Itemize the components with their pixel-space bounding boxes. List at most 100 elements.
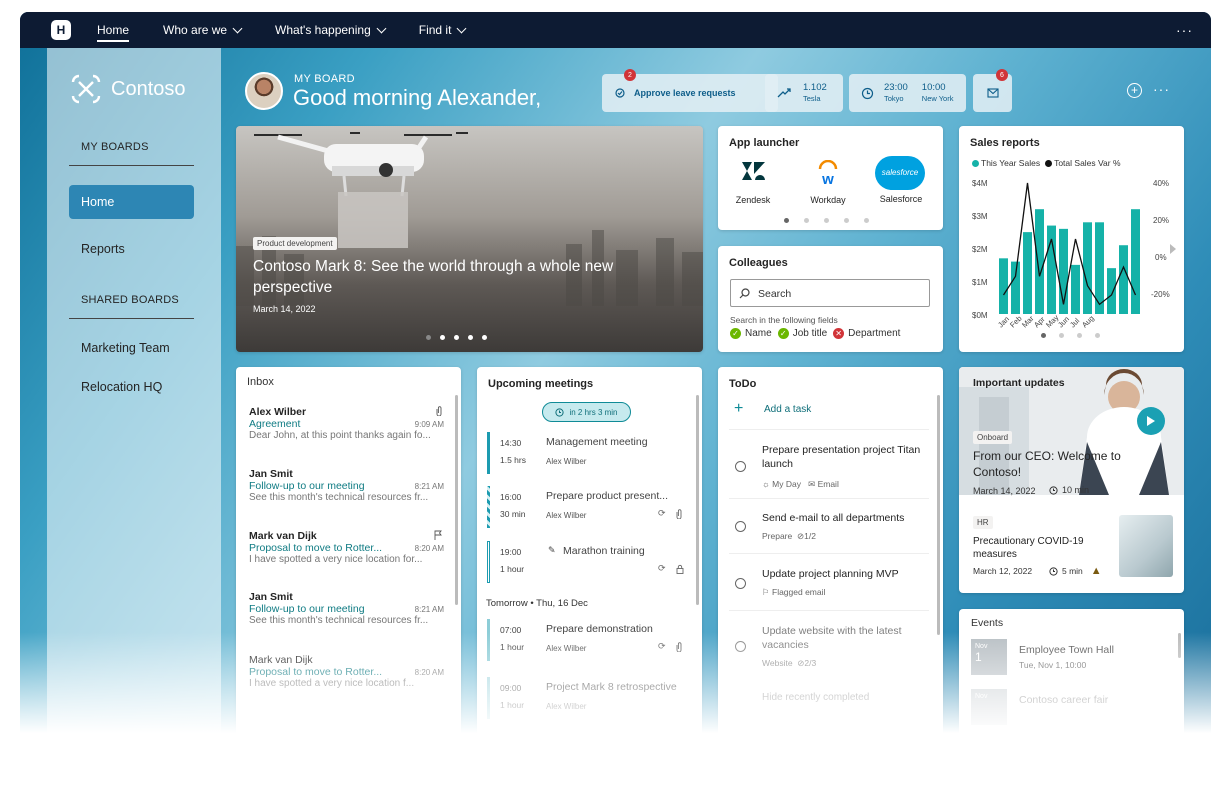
carousel-dot[interactable] bbox=[426, 335, 431, 340]
carousel-dot[interactable] bbox=[1059, 333, 1064, 338]
scrollbar[interactable] bbox=[696, 395, 699, 605]
nav-home[interactable]: Home bbox=[97, 12, 130, 48]
carousel-dot[interactable] bbox=[804, 218, 809, 223]
sidebar-item-marketing-team[interactable]: Marketing Team bbox=[81, 341, 170, 355]
handwash-thumbnail bbox=[1119, 515, 1173, 577]
scrollbar[interactable] bbox=[1178, 633, 1181, 658]
carousel-dots[interactable] bbox=[1041, 333, 1109, 338]
carousel-dots[interactable] bbox=[784, 218, 878, 223]
hide-completed-toggle[interactable]: Hide recently completed bbox=[762, 692, 869, 703]
update-headline[interactable]: From our CEO: Welcome to Contoso! bbox=[973, 448, 1138, 480]
approve-leave-chip[interactable]: 2 Approve leave requests bbox=[602, 69, 778, 112]
task-meta-1: Prepare bbox=[762, 531, 793, 541]
world-clock-chip[interactable]: 23:00 Tokyo 10:00 New York bbox=[849, 74, 966, 112]
task-meta-1: My Day bbox=[772, 479, 801, 489]
mail-preview: Dear John, at this point thanks again fo… bbox=[249, 430, 431, 441]
scrollbar[interactable] bbox=[455, 395, 458, 605]
y-tick: $2M bbox=[972, 245, 988, 254]
hero-news-card[interactable]: Product development Contoso Mark 8: See … bbox=[236, 126, 703, 352]
task-checkbox[interactable] bbox=[735, 461, 746, 472]
mail-time: 8:21 AM bbox=[414, 605, 444, 614]
carousel-dot[interactable] bbox=[482, 335, 487, 340]
event-title[interactable]: Contoso career fair bbox=[1019, 694, 1108, 706]
stock-chip[interactable]: 1.102 Tesla bbox=[765, 74, 843, 112]
carousel-dot[interactable] bbox=[1095, 333, 1100, 338]
carousel-dot[interactable] bbox=[824, 218, 829, 223]
colleague-search-input[interactable]: Search bbox=[730, 279, 930, 307]
carousel-dot[interactable] bbox=[864, 218, 869, 223]
task-checkbox[interactable] bbox=[735, 578, 746, 589]
category-tag: Product development bbox=[253, 237, 337, 250]
meeting-item[interactable]: 14:30 1.5 hrs Management meeting Alex Wi… bbox=[487, 432, 692, 474]
add-icon[interactable]: + bbox=[1127, 83, 1142, 98]
add-icon[interactable]: + bbox=[734, 401, 743, 417]
nav-who-are-we[interactable]: Who are we bbox=[163, 12, 243, 48]
more-options-icon[interactable]: ··· bbox=[1176, 22, 1193, 38]
chevron-down-icon bbox=[232, 23, 243, 33]
update-date: March 12, 2022 bbox=[973, 566, 1033, 576]
sidebar-item-relocation-hq[interactable]: Relocation HQ bbox=[81, 380, 162, 394]
hero-title[interactable]: Contoso Mark 8: See the world through a … bbox=[253, 256, 653, 298]
task-checkbox[interactable] bbox=[735, 521, 746, 532]
bar-oct bbox=[1107, 268, 1116, 314]
attachment-icon bbox=[676, 509, 682, 519]
event-title[interactable]: Employee Town Hall bbox=[1019, 644, 1114, 656]
events-card: Events Nov 1 Employee Town Hall Tue, Nov… bbox=[959, 609, 1184, 742]
sidebar-item-reports[interactable]: Reports bbox=[81, 242, 125, 256]
mail-item[interactable]: Mark van Dijk Proposal to move to Rotter… bbox=[249, 654, 444, 689]
mail-item[interactable]: Alex Wilber Agreement Dear John, at this… bbox=[249, 406, 444, 441]
carousel-dot[interactable] bbox=[454, 335, 459, 340]
scrollbar[interactable] bbox=[937, 395, 940, 635]
app-salesforce[interactable]: salesforce Salesforce bbox=[875, 156, 927, 204]
update-headline[interactable]: Precautionary COVID-19 measures bbox=[973, 535, 1103, 561]
card-title: Upcoming meetings bbox=[488, 378, 594, 390]
search-field-toggles: ✓ Name ✓ Job title ✕ Department bbox=[730, 328, 900, 339]
nav-whats-happening[interactable]: What's happening bbox=[275, 12, 387, 48]
zendesk-icon bbox=[742, 162, 765, 180]
app-workday[interactable]: w Workday bbox=[803, 159, 853, 205]
app-logo-icon[interactable]: H bbox=[51, 20, 71, 40]
search-placeholder: Search bbox=[758, 288, 792, 300]
check-icon[interactable]: ✓ bbox=[730, 328, 741, 339]
task-checkbox[interactable] bbox=[735, 641, 746, 652]
meeting-title: Management meeting bbox=[546, 436, 648, 448]
meeting-item[interactable]: 19:00 1 hour ✎ Marathon training ⟳ bbox=[487, 541, 692, 583]
carousel-dots[interactable] bbox=[426, 335, 496, 340]
play-video-button[interactable] bbox=[1137, 407, 1165, 435]
upcoming-meetings-card: Upcoming meetings in 2 hrs 3 min 14:30 1… bbox=[477, 367, 702, 742]
meeting-time: 19:00 bbox=[500, 547, 522, 557]
carousel-dot[interactable] bbox=[440, 335, 445, 340]
sidebar: Contoso MY BOARDS Home Reports SHARED BO… bbox=[47, 48, 221, 742]
meeting-item[interactable]: 16:00 30 min Prepare product present... … bbox=[487, 486, 692, 528]
mail-item[interactable]: Jan Smit Follow-up to our meeting See th… bbox=[249, 468, 444, 503]
top-navigation-bar: H Home Who are we What's happening Find … bbox=[20, 12, 1211, 48]
meeting-item[interactable]: 09:00 1 hour Project Mark 8 retrospectiv… bbox=[487, 677, 692, 719]
avatar[interactable] bbox=[245, 72, 283, 110]
card-title: Events bbox=[971, 617, 1004, 629]
meeting-item[interactable]: 07:00 1 hour Prepare demonstration Alex … bbox=[487, 619, 692, 661]
carousel-dot[interactable] bbox=[784, 218, 789, 223]
mail-item[interactable]: Jan Smit Follow-up to our meeting See th… bbox=[249, 591, 444, 626]
app-label: Workday bbox=[810, 195, 846, 205]
card-title: Sales reports bbox=[970, 137, 1040, 149]
carousel-dot[interactable] bbox=[468, 335, 473, 340]
carousel-dot[interactable] bbox=[1041, 333, 1046, 338]
app-zendesk[interactable]: Zendesk bbox=[730, 160, 776, 205]
meeting-time: 07:00 bbox=[500, 625, 522, 635]
mail-item[interactable]: Mark van Dijk Proposal to move to Rotter… bbox=[249, 530, 444, 565]
sidebar-item-home[interactable]: Home bbox=[69, 185, 194, 219]
nav-find-it[interactable]: Find it bbox=[419, 12, 467, 48]
carousel-dot[interactable] bbox=[844, 218, 849, 223]
meeting-status-bar bbox=[487, 432, 490, 474]
add-task-button[interactable]: Add a task bbox=[764, 404, 811, 415]
sales-chart[interactable]: $4M $3M $2M $1M $0M 40% 20% 0% -20% JanF… bbox=[959, 170, 1184, 340]
recurring-icon: ⟳ bbox=[658, 641, 666, 651]
carousel-dot[interactable] bbox=[1077, 333, 1082, 338]
mail-chip[interactable]: 6 bbox=[973, 69, 1012, 112]
check-icon[interactable]: ✓ bbox=[777, 328, 789, 339]
section-shared-boards: SHARED BOARDS bbox=[81, 294, 179, 306]
more-options-icon[interactable]: ··· bbox=[1153, 81, 1170, 97]
close-icon[interactable]: ✕ bbox=[833, 328, 845, 339]
brand[interactable]: Contoso bbox=[69, 72, 186, 106]
workday-icon: w bbox=[818, 159, 838, 188]
